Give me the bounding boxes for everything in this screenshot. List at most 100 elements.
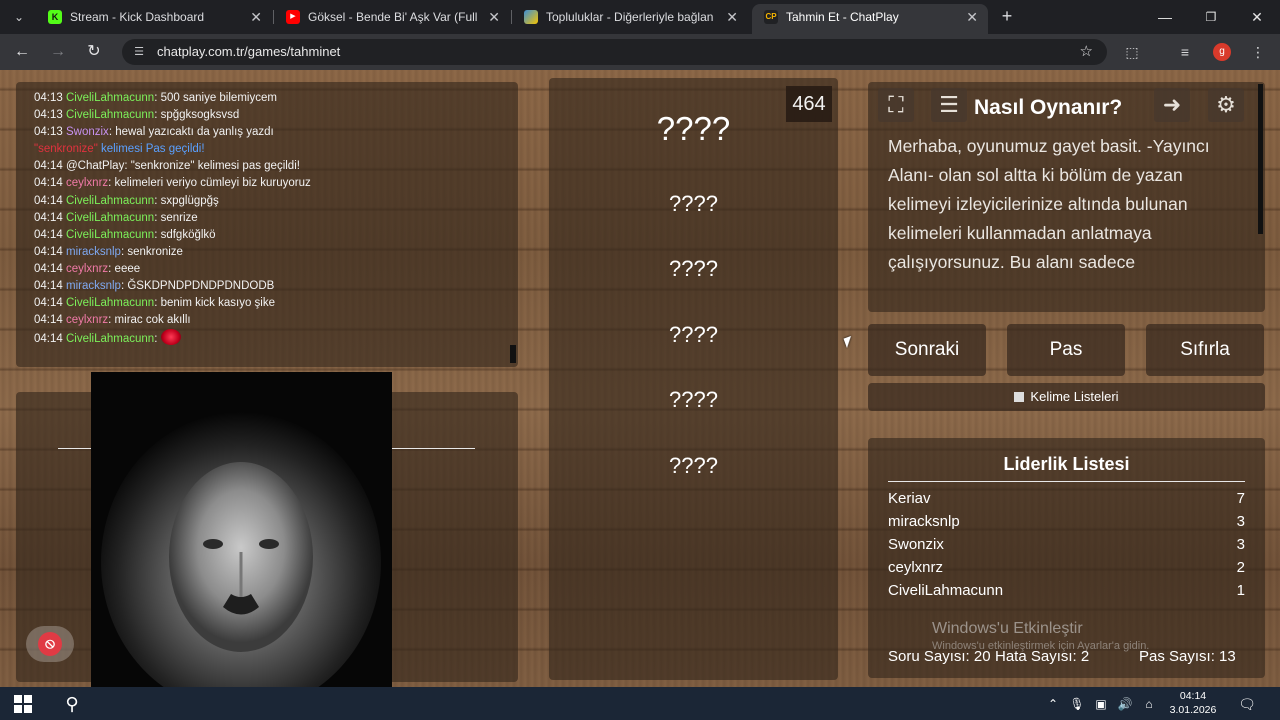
- chat-username[interactable]: "senkronize": [34, 143, 98, 155]
- minimize-icon[interactable]: —: [1150, 6, 1180, 28]
- chat-text: :: [154, 333, 161, 346]
- chat-message: 04:14 miracksnlp: senkronize: [34, 244, 518, 261]
- chat-username[interactable]: miracksnlp: [66, 246, 121, 258]
- tab-kick-dashboard[interactable]: K Stream - Kick Dashboard ✕: [36, 4, 272, 34]
- chat-timestamp: 04:14: [34, 194, 63, 207]
- chat-username[interactable]: CiveliLahmacunn: [66, 212, 154, 224]
- chat-username[interactable]: @ChatPlay: [66, 160, 124, 172]
- next-button[interactable]: Sonraki: [868, 324, 986, 376]
- chat-username[interactable]: ceylxnrz: [66, 177, 108, 189]
- webcam-lion-image: [91, 372, 392, 687]
- chat-username[interactable]: miracksnlp: [66, 280, 121, 292]
- chat-messages: 04:13 CiveliLahmacunn: 500 saniye bilemi…: [34, 90, 518, 348]
- volume-icon[interactable]: 🔊: [1116, 695, 1134, 713]
- fullscreen-icon[interactable]: ⛶: [878, 88, 914, 122]
- player-score: 3: [1236, 513, 1245, 530]
- close-tab-icon[interactable]: ✕: [250, 4, 262, 30]
- error-count: Hata Sayısı: 2: [995, 648, 1090, 665]
- tab-youtube[interactable]: ▶ Göksel - Bende Bi' Aşk Var (Full ✕: [274, 4, 510, 34]
- chat-text: : kelimeleri veriyo cümleyi biz kuruyoru…: [108, 177, 311, 190]
- game-page: 04:13 CiveliLahmacunn: 500 saniye bilemi…: [0, 70, 1280, 687]
- player-name: CiveliLahmacunn: [888, 582, 1004, 599]
- system-clock[interactable]: 04:14 3.01.2026: [1165, 689, 1221, 717]
- chat-username[interactable]: ceylxnrz: [66, 314, 108, 326]
- search-icon[interactable]: ⚲: [60, 692, 84, 716]
- chat-timestamp: 04:14: [34, 211, 63, 224]
- chat-text: : ĞSKDPNDPDNDPDNDODB: [120, 280, 275, 293]
- tab-chatplay[interactable]: CP Tahmin Et - ChatPlay ✕: [752, 4, 988, 34]
- chat-timestamp: 04:13: [34, 109, 63, 122]
- close-window-icon[interactable]: ✕: [1242, 6, 1272, 28]
- tab-title: Göksel - Bende Bi' Aşk Var (Full: [308, 10, 478, 24]
- display-icon[interactable]: ▣: [1092, 695, 1110, 713]
- forward-arrow-icon[interactable]: →: [46, 40, 70, 64]
- chat-username[interactable]: CiveliLahmacunn: [66, 109, 154, 121]
- close-tab-icon[interactable]: ✕: [488, 4, 500, 30]
- profile-avatar[interactable]: g: [1213, 43, 1231, 61]
- leaderboard-title: Liderlik Listesi: [888, 454, 1245, 482]
- activation-watermark-title: Windows'u Etkinleştir: [932, 620, 1083, 637]
- restore-icon[interactable]: ❐: [1196, 6, 1226, 28]
- chat-username[interactable]: CiveliLahmacunn: [66, 297, 154, 309]
- leaderboard-row: CiveliLahmacunn 1: [888, 582, 1245, 599]
- close-tab-icon[interactable]: ✕: [966, 4, 978, 30]
- chat-username[interactable]: Swonzix: [66, 126, 109, 138]
- pass-button[interactable]: Pas: [1007, 324, 1125, 376]
- back-arrow-icon[interactable]: ←: [10, 40, 34, 64]
- chat-message: 04:14 ceylxnrz: mirac cok akıllı: [34, 312, 518, 329]
- forbidden-word: ????: [669, 256, 718, 281]
- chat-message: 04:14 CiveliLahmacunn: sxpglügpğş: [34, 193, 518, 210]
- tab-title: Stream - Kick Dashboard: [70, 10, 205, 24]
- chat-username[interactable]: ceylxnrz: [66, 263, 108, 275]
- network-icon[interactable]: ⌂: [1140, 695, 1158, 713]
- clock-date: 3.01.2026: [1169, 704, 1217, 716]
- gear-icon[interactable]: ⚙: [1208, 88, 1244, 122]
- tab-search-button[interactable]: ⌄: [8, 7, 30, 27]
- exit-icon[interactable]: ➜: [1154, 88, 1190, 122]
- new-tab-button[interactable]: +: [996, 5, 1018, 27]
- browser-toolbar: ← → ↻ ☰ chatplay.com.tr/games/tahminet ☆…: [0, 34, 1280, 70]
- chat-line-cut: [34, 82, 518, 90]
- chevron-up-icon[interactable]: ⌃: [1044, 695, 1062, 713]
- chat-username[interactable]: CiveliLahmacunn: [66, 333, 154, 345]
- how-to-play-text: Merhaba, oyunumuz gayet basit. -Yayıncı …: [888, 136, 1210, 272]
- clock-time: 04:14: [1179, 690, 1207, 702]
- word-lists-label: Kelime Listeleri: [1030, 389, 1119, 404]
- media-control-icon[interactable]: ≡: [1175, 42, 1195, 62]
- windows-start-icon[interactable]: [14, 695, 32, 713]
- chat-text: : senrize: [154, 211, 198, 224]
- microphone-icon[interactable]: 🎙: [1068, 695, 1086, 713]
- question-count: Soru Sayısı: 20: [888, 648, 991, 665]
- lion-icon: [101, 412, 381, 687]
- leaderboard-row: ceylxnrz 2: [888, 559, 1245, 576]
- tab-communities[interactable]: Topluluklar - Diğerleriyle bağlan ✕: [512, 4, 748, 34]
- block-button[interactable]: ⦸: [26, 626, 74, 662]
- tab-title: Tahmin Et - ChatPlay: [786, 10, 899, 24]
- reload-icon[interactable]: ↻: [82, 40, 106, 64]
- close-tab-icon[interactable]: ✕: [726, 4, 738, 30]
- chat-username[interactable]: CiveliLahmacunn: [66, 195, 154, 207]
- chat-username[interactable]: CiveliLahmacunn: [66, 229, 154, 241]
- notification-icon[interactable]: 🗨: [1238, 695, 1256, 713]
- how-to-play-title: Nasıl Oynanır?: [974, 96, 1123, 119]
- extensions-icon[interactable]: ⬚: [1122, 42, 1142, 62]
- chat-scrollbar[interactable]: [510, 345, 516, 363]
- bookmark-star-icon[interactable]: ☆: [1080, 39, 1093, 65]
- reset-button[interactable]: Sıfırla: [1146, 324, 1264, 376]
- address-bar[interactable]: ☰ chatplay.com.tr/games/tahminet ☆: [122, 39, 1107, 65]
- chat-text: : 500 saniye bilemiycem: [154, 92, 277, 104]
- chat-message: 04:14 ceylxnrz: kelimeleri veriyo cümley…: [34, 175, 518, 192]
- chat-message: 04:14 miracksnlp: ĞSKDPNDPDNDPDNDODB: [34, 278, 518, 295]
- chat-timestamp: 04:14: [34, 314, 63, 327]
- list-icon[interactable]: ☰: [931, 88, 967, 122]
- how-to-play-header: ⛶ ☰ Nasıl Oynanır? ➜ ⚙: [868, 82, 1265, 128]
- url-text: chatplay.com.tr/games/tahminet: [157, 44, 341, 59]
- how-to-play-scrollbar[interactable]: [1258, 84, 1263, 234]
- emote-icon: [160, 329, 181, 346]
- menu-kebab-icon[interactable]: ⋮: [1248, 42, 1268, 62]
- word-lists-button[interactable]: Kelime Listeleri: [868, 383, 1265, 411]
- player-name: Swonzix: [888, 536, 944, 553]
- chat-username[interactable]: CiveliLahmacunn: [66, 92, 154, 104]
- site-settings-icon[interactable]: ☰: [130, 43, 148, 61]
- mouse-cursor-icon: [843, 335, 855, 349]
